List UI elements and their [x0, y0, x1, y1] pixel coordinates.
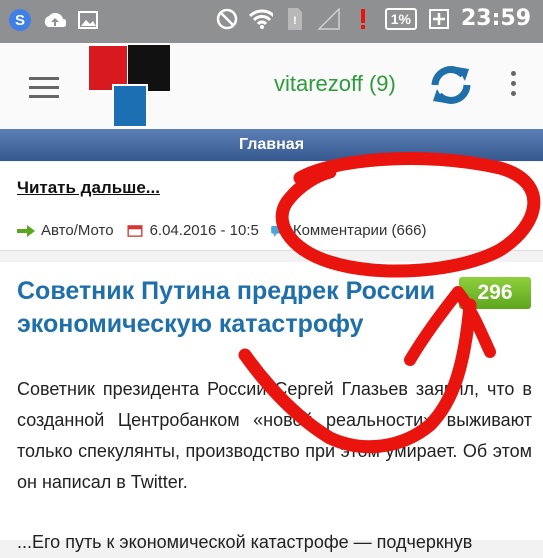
charging-plus-icon — [427, 7, 451, 31]
battery-warning-icon — [351, 7, 375, 31]
rating-badge: 296 — [459, 277, 531, 309]
wifi-icon — [248, 7, 273, 31]
arrow-right-icon — [17, 224, 35, 237]
news-card: Советник Путина предрек России экономиче… — [0, 262, 543, 552]
comment-icon — [270, 225, 285, 237]
article-summary: Советник президента России Сергей Глазье… — [17, 379, 532, 492]
comments-link[interactable]: Комментарии (666) — [293, 222, 427, 239]
article-summary-continued: ...Его путь к экономической катастрофе —… — [17, 532, 473, 552]
tab-main[interactable]: Главная — [0, 129, 543, 161]
read-more-link[interactable]: Читать дальше... — [17, 178, 160, 198]
image-icon — [76, 8, 100, 32]
battery-level: 1% — [384, 7, 417, 30]
svg-text:S: S — [15, 12, 25, 29]
calendar-icon — [127, 224, 143, 237]
news-card-previous: Читать дальше... Авто/Мото 6.04.2016 - 1… — [0, 162, 543, 251]
do-not-disturb-icon — [215, 7, 239, 31]
username-link[interactable]: vitarezoff (9) — [274, 71, 396, 97]
svg-text:!: ! — [293, 15, 297, 27]
clock: 23:59 — [460, 6, 531, 31]
cloud-upload-icon — [42, 8, 66, 32]
app-s-icon: S — [8, 8, 32, 32]
sim-card-icon: ! — [283, 7, 307, 31]
article-headline[interactable]: Советник Путина предрек России экономиче… — [17, 275, 447, 341]
article-date: 6.04.2016 - 10:5 — [149, 222, 259, 239]
category-link[interactable]: Авто/Мото — [41, 222, 114, 239]
site-logo[interactable] — [86, 43, 176, 127]
status-bar: S ! 1% 23:59 — [0, 0, 543, 43]
app-bar: vitarezoff (9) — [0, 43, 543, 130]
refresh-icon[interactable] — [425, 59, 477, 111]
article-meta: Авто/Мото 6.04.2016 - 10:5 Комментарии (… — [17, 222, 427, 239]
hamburger-menu-icon[interactable] — [29, 77, 59, 98]
overflow-menu-icon[interactable] — [508, 71, 518, 101]
signal-icon — [316, 7, 341, 31]
